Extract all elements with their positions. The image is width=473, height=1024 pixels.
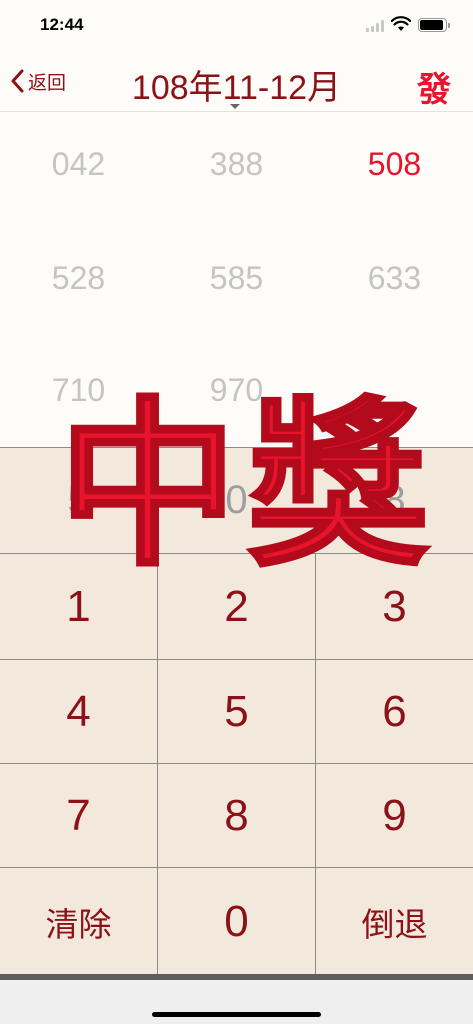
back-label: 返回 <box>28 72 67 94</box>
key-2[interactable]: 2 <box>158 554 316 660</box>
key-6[interactable]: 6 <box>316 660 473 764</box>
status-bar: 12:44 <box>0 0 473 50</box>
key-9[interactable]: 9 <box>316 764 473 868</box>
key-4[interactable]: 4 <box>0 660 158 764</box>
caret-down-icon <box>230 104 240 109</box>
winning-number: 633 <box>367 260 422 296</box>
back-button[interactable]: 返回 <box>10 66 66 96</box>
winning-number: 042 <box>51 146 106 182</box>
wifi-icon <box>391 16 411 31</box>
winning-number: 528 <box>51 260 106 296</box>
key-5[interactable]: 5 <box>158 660 316 764</box>
fa-button[interactable]: 發 <box>417 62 451 111</box>
keypad: 5 0 8 1 2 3 4 5 6 7 8 9 清除 0 倒退 <box>0 447 473 975</box>
key-8[interactable]: 8 <box>158 764 316 868</box>
winning-number: 388 <box>209 146 264 182</box>
key-1[interactable]: 1 <box>0 554 158 660</box>
battery-icon <box>418 18 450 32</box>
navigation-bar: 返回 108年11-12月 發 <box>0 50 473 112</box>
period-title[interactable]: 108年11-12月 <box>132 69 341 107</box>
backspace-button[interactable]: 倒退 <box>316 868 473 975</box>
cellular-signal-icon <box>366 20 384 32</box>
readout-digit: 5 <box>67 478 90 522</box>
winning-number: 585 <box>209 260 264 296</box>
status-time: 12:44 <box>40 15 84 34</box>
home-indicator-area <box>0 974 473 1024</box>
key-7[interactable]: 7 <box>0 764 158 868</box>
winning-number: 710 <box>51 372 106 408</box>
key-3[interactable]: 3 <box>316 554 473 660</box>
input-readout: 5 0 8 <box>0 448 473 554</box>
readout-digit: 0 <box>225 478 248 522</box>
winning-numbers-list: 042 388 508 528 585 633 710 970 <box>0 112 473 448</box>
home-indicator <box>152 1012 321 1017</box>
key-0[interactable]: 0 <box>158 868 316 975</box>
readout-digit: 8 <box>383 478 406 522</box>
clear-button[interactable]: 清除 <box>0 868 158 975</box>
winning-number: 970 <box>209 372 264 408</box>
chevron-left-icon <box>11 69 24 93</box>
winning-number: 508 <box>367 146 422 182</box>
